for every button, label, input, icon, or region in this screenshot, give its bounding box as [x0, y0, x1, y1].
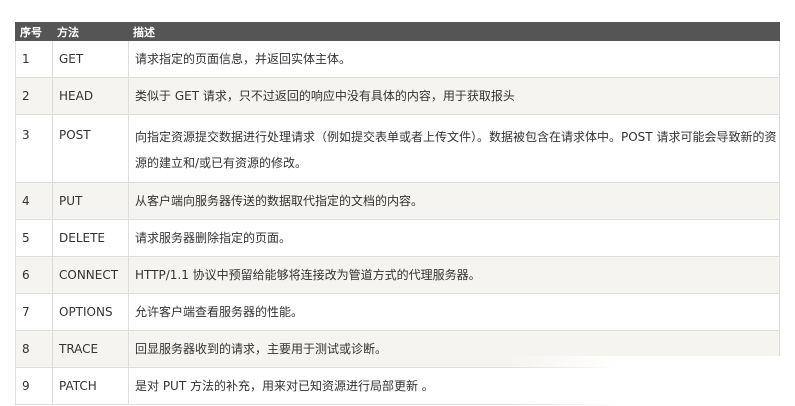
http-methods-table-container: 序号 方法 描述 1 GET 请求指定的页面信息，并返回实体主体。 2 HEAD… — [15, 22, 780, 405]
faded-corner-overlay — [505, 356, 795, 406]
row-method: TRACE — [52, 330, 129, 368]
row-number: 2 — [15, 77, 53, 115]
table-row: 2 HEAD 类似于 GET 请求，只不过返回的响应中没有具体的内容，用于获取报… — [15, 77, 780, 115]
row-description: 从客户端向服务器传送的数据取代指定的文档的内容。 — [128, 182, 780, 220]
row-number: 3 — [15, 114, 53, 183]
row-method: GET — [52, 40, 129, 78]
header-row: 序号 方法 描述 — [15, 22, 780, 41]
row-description: 请求指定的页面信息，并返回实体主体。 — [128, 40, 780, 78]
row-description: 请求服务器删除指定的页面。 — [128, 219, 780, 257]
row-method: CONNECT — [52, 256, 129, 294]
row-description: HTTP/1.1 协议中预留给能够将连接改为管道方式的代理服务器。 — [128, 256, 780, 294]
row-method: POST — [52, 114, 129, 183]
row-description: 类似于 GET 请求，只不过返回的响应中没有具体的内容，用于获取报头 — [128, 77, 780, 115]
http-methods-table: 序号 方法 描述 1 GET 请求指定的页面信息，并返回实体主体。 2 HEAD… — [15, 22, 780, 405]
header-method: 方法 — [52, 22, 129, 41]
row-number: 4 — [15, 182, 53, 220]
table-row: 6 CONNECT HTTP/1.1 协议中预留给能够将连接改为管道方式的代理服… — [15, 256, 780, 294]
row-description: 允许客户端查看服务器的性能。 — [128, 293, 780, 331]
row-number: 5 — [15, 219, 53, 257]
table-row: 4 PUT 从客户端向服务器传送的数据取代指定的文档的内容。 — [15, 182, 780, 220]
table-row: 1 GET 请求指定的页面信息，并返回实体主体。 — [15, 40, 780, 78]
row-method: DELETE — [52, 219, 129, 257]
row-method: PUT — [52, 182, 129, 220]
header-number: 序号 — [15, 22, 53, 41]
row-number: 6 — [15, 256, 53, 294]
table-row: 3 POST 向指定资源提交数据进行处理请求（例如提交表单或者上传文件）。数据被… — [15, 114, 780, 183]
table-body: 1 GET 请求指定的页面信息，并返回实体主体。 2 HEAD 类似于 GET … — [15, 40, 780, 405]
row-number: 1 — [15, 40, 53, 78]
table-row: 7 OPTIONS 允许客户端查看服务器的性能。 — [15, 293, 780, 331]
row-method: PATCH — [52, 367, 129, 405]
row-method: OPTIONS — [52, 293, 129, 331]
table-row: 5 DELETE 请求服务器删除指定的页面。 — [15, 219, 780, 257]
row-number: 7 — [15, 293, 53, 331]
row-description: 向指定资源提交数据进行处理请求（例如提交表单或者上传文件）。数据被包含在请求体中… — [128, 114, 780, 183]
header-description: 描述 — [128, 22, 780, 41]
row-method: HEAD — [52, 77, 129, 115]
row-number: 9 — [15, 367, 53, 405]
table-header: 序号 方法 描述 — [15, 22, 780, 41]
row-number: 8 — [15, 330, 53, 368]
